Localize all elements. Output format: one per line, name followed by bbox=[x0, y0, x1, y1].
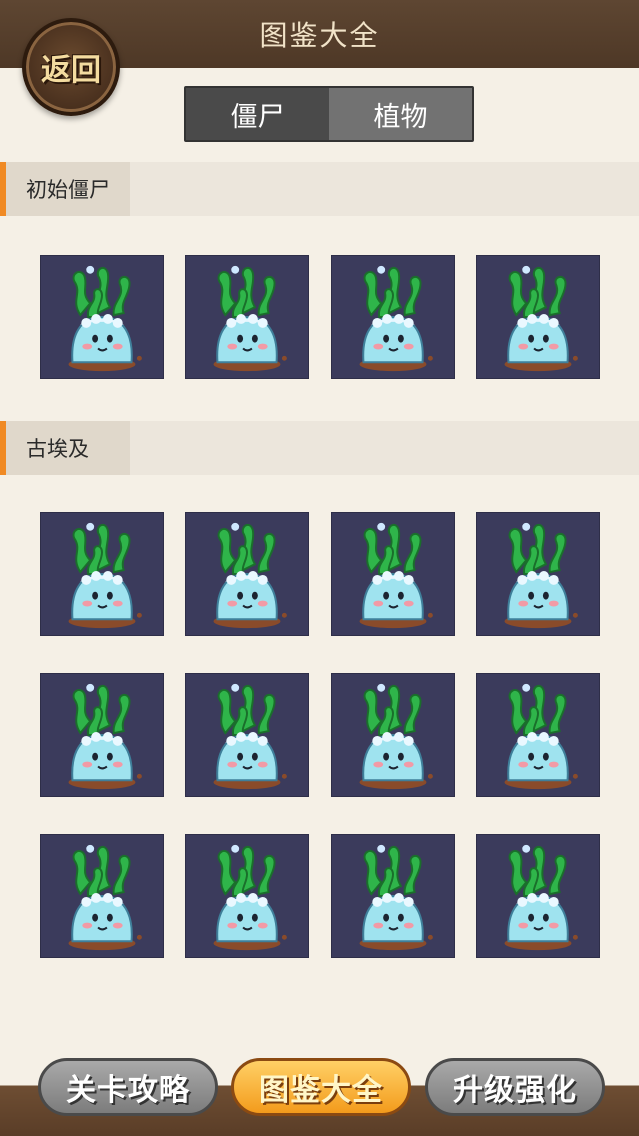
back-button-label: 返回 bbox=[41, 53, 101, 88]
seaweed-slime-zombie-icon bbox=[41, 835, 163, 957]
seaweed-slime-zombie-icon bbox=[332, 513, 454, 635]
tab-plants-label: 植物 bbox=[373, 101, 428, 133]
zombie-card[interactable] bbox=[185, 512, 309, 636]
tab-zombies-label: 僵尸 bbox=[230, 101, 285, 133]
nav-level-guide-button[interactable]: 关卡攻略 bbox=[38, 1058, 218, 1116]
category-tabs: 僵尸 植物 bbox=[184, 86, 474, 142]
zombie-card[interactable] bbox=[331, 834, 455, 958]
screen: 图鉴大全 返回 僵尸 植物 初始僵尸 古埃及 关卡攻略 图鉴大全 升级强化 bbox=[0, 0, 639, 1136]
zombie-card[interactable] bbox=[331, 255, 455, 379]
zombie-card[interactable] bbox=[476, 255, 600, 379]
nav-almanac-label: 图鉴大全 bbox=[259, 1073, 383, 1108]
zombie-card[interactable] bbox=[476, 834, 600, 958]
zombie-card[interactable] bbox=[40, 673, 164, 797]
zombie-grid-initial bbox=[40, 255, 600, 381]
seaweed-slime-zombie-icon bbox=[332, 256, 454, 378]
zombie-grid-ancient-egypt bbox=[40, 512, 600, 962]
zombie-card[interactable] bbox=[185, 673, 309, 797]
zombie-card[interactable] bbox=[185, 255, 309, 379]
seaweed-slime-zombie-icon bbox=[332, 674, 454, 796]
section-title: 古埃及 bbox=[6, 421, 130, 475]
nav-upgrade-label: 升级强化 bbox=[453, 1073, 577, 1108]
section-header-ancient-egypt: 古埃及 bbox=[0, 421, 639, 475]
seaweed-slime-zombie-icon bbox=[477, 256, 599, 378]
nav-upgrade-button[interactable]: 升级强化 bbox=[425, 1058, 605, 1116]
zombie-card[interactable] bbox=[331, 673, 455, 797]
seaweed-slime-zombie-icon bbox=[186, 674, 308, 796]
tab-plants[interactable]: 植物 bbox=[329, 88, 472, 140]
seaweed-slime-zombie-icon bbox=[332, 835, 454, 957]
nav-level-guide-label: 关卡攻略 bbox=[66, 1073, 190, 1108]
seaweed-slime-zombie-icon bbox=[477, 835, 599, 957]
tab-zombies[interactable]: 僵尸 bbox=[186, 88, 329, 140]
zombie-card[interactable] bbox=[40, 834, 164, 958]
zombie-card[interactable] bbox=[476, 512, 600, 636]
seaweed-slime-zombie-icon bbox=[41, 674, 163, 796]
seaweed-slime-zombie-icon bbox=[477, 513, 599, 635]
seaweed-slime-zombie-icon bbox=[477, 674, 599, 796]
zombie-card[interactable] bbox=[40, 255, 164, 379]
zombie-card[interactable] bbox=[40, 512, 164, 636]
zombie-card[interactable] bbox=[185, 834, 309, 958]
seaweed-slime-zombie-icon bbox=[41, 256, 163, 378]
zombie-card[interactable] bbox=[476, 673, 600, 797]
seaweed-slime-zombie-icon bbox=[186, 513, 308, 635]
nav-almanac-button[interactable]: 图鉴大全 bbox=[231, 1058, 411, 1116]
seaweed-slime-zombie-icon bbox=[41, 513, 163, 635]
section-header-initial-zombies: 初始僵尸 bbox=[0, 162, 639, 216]
seaweed-slime-zombie-icon bbox=[186, 835, 308, 957]
back-button[interactable]: 返回 bbox=[22, 18, 120, 116]
zombie-card[interactable] bbox=[331, 512, 455, 636]
section-title: 初始僵尸 bbox=[6, 162, 130, 216]
seaweed-slime-zombie-icon bbox=[186, 256, 308, 378]
